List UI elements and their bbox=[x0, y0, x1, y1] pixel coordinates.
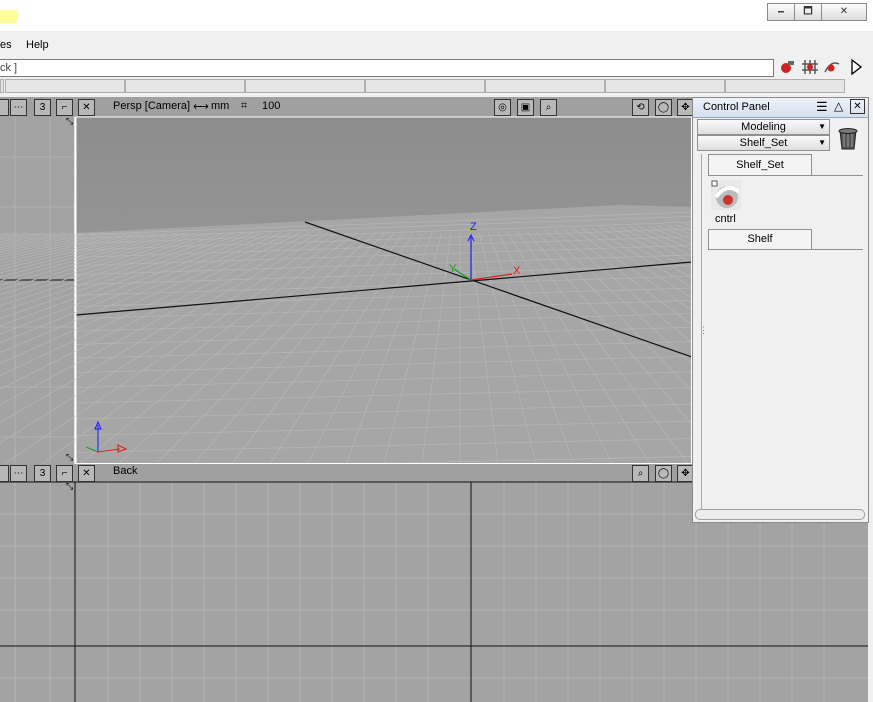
axis-label-x: X bbox=[513, 265, 521, 277]
maximize-viewport-icon[interactable]: ⤡ bbox=[66, 482, 73, 491]
shelf-tab-slot[interactable] bbox=[0, 79, 4, 93]
shelf-tab-slot[interactable] bbox=[365, 79, 485, 93]
axis-label-y: Y bbox=[449, 263, 457, 275]
camera-move-icon[interactable]: ▣ bbox=[517, 99, 534, 116]
viewport-button[interactable] bbox=[0, 99, 9, 116]
grid-size-value: 100 bbox=[262, 100, 281, 112]
dropdown-arrow-icon: ▼ bbox=[818, 138, 826, 147]
panel-menu-icon[interactable]: ☰ bbox=[816, 99, 828, 115]
pan-icon[interactable]: ✥ bbox=[677, 99, 692, 116]
viewport-corner-icon[interactable]: ⌐ bbox=[56, 465, 73, 482]
viewport-close-icon[interactable]: ✕ bbox=[78, 465, 95, 482]
module-dropdown[interactable]: Modeling ▼ bbox=[697, 119, 830, 135]
camera-icon[interactable]: ◎ bbox=[494, 99, 511, 116]
tab-underline bbox=[811, 249, 863, 250]
shelf-button[interactable]: Shelf bbox=[708, 229, 812, 250]
dolly-icon[interactable]: ◯ bbox=[655, 99, 672, 116]
menu-bar bbox=[0, 31, 873, 57]
play-arrow-icon[interactable] bbox=[847, 58, 865, 76]
shelf-tab-strip bbox=[0, 79, 873, 93]
panel-close-icon[interactable]: ✕ bbox=[850, 99, 865, 114]
perspective-viewport[interactable]: Z X Y ⋯ 3 ⌐ ✕ Persp [Camera] ⟷ mm ⌗ 100 … bbox=[0, 97, 692, 464]
shelf-tab-slot[interactable] bbox=[725, 79, 845, 93]
trash-icon[interactable] bbox=[836, 126, 860, 150]
shelf-item-cntrl-icon[interactable] bbox=[711, 180, 741, 210]
command-input[interactable]: ck ] bbox=[0, 59, 774, 77]
title-bar: 🗕 🗖 ✕ bbox=[0, 0, 873, 32]
tab-shelf-set[interactable]: Shelf_Set bbox=[708, 154, 812, 176]
resize-grip-icon[interactable]: ⋮ bbox=[699, 325, 708, 336]
shelf-tab-slot[interactable] bbox=[485, 79, 605, 93]
shelf-tab-slot[interactable] bbox=[125, 79, 245, 93]
viewport-number-button[interactable]: 3 bbox=[34, 465, 51, 482]
dropdown-arrow-icon: ▼ bbox=[818, 122, 826, 131]
magnet-icon[interactable] bbox=[779, 58, 797, 76]
camera-label[interactable]: Persp [Camera] bbox=[113, 100, 190, 112]
viewport-layout-icon[interactable]: ⋯ bbox=[10, 465, 27, 482]
shelf-tab-slot[interactable] bbox=[5, 79, 125, 93]
unit-label: mm bbox=[211, 100, 230, 112]
menu-item-help[interactable]: Help bbox=[26, 39, 49, 51]
viewport-corner-icon[interactable]: ⌐ bbox=[56, 99, 73, 116]
maximize-viewport-icon[interactable]: ⤡ bbox=[66, 453, 73, 462]
horizontal-scrollbar[interactable] bbox=[695, 509, 865, 520]
viewport-button[interactable] bbox=[0, 465, 9, 482]
shelf-tab-slot[interactable] bbox=[245, 79, 365, 93]
perspective-grid: Z X Y bbox=[0, 97, 692, 464]
control-panel-titlebar[interactable]: Control Panel ☰ △ ✕ bbox=[693, 98, 868, 118]
module-dropdown-value: Modeling bbox=[741, 121, 786, 133]
zoom-icon[interactable]: ⌕ bbox=[632, 465, 649, 482]
close-button[interactable]: ✕ bbox=[821, 3, 867, 21]
zoom-icon[interactable]: ⌕ bbox=[540, 99, 557, 116]
viewport-close-icon[interactable]: ✕ bbox=[78, 99, 95, 116]
axis-label-z: Z bbox=[470, 221, 477, 233]
shelf-item-label[interactable]: cntrl bbox=[715, 213, 736, 225]
curve-snap-icon[interactable] bbox=[823, 58, 841, 76]
shelfset-dropdown[interactable]: Shelf_Set ▼ bbox=[697, 135, 830, 151]
grid-snap-icon[interactable] bbox=[801, 58, 819, 76]
app-icon bbox=[0, 10, 17, 23]
maximize-button[interactable]: 🗖 bbox=[794, 3, 822, 21]
viewport-layout-icon[interactable]: ⋯ bbox=[10, 99, 27, 116]
maximize-viewport-icon[interactable]: ⤡ bbox=[66, 117, 73, 126]
unit-arrow-icon: ⟷ bbox=[193, 101, 209, 113]
camera-label[interactable]: Back bbox=[113, 465, 137, 477]
minimize-button[interactable]: 🗕 bbox=[767, 3, 795, 21]
control-panel: Control Panel ☰ △ ✕ Modeling ▼ Shelf_Set… bbox=[692, 97, 869, 523]
grid-size-icon: ⌗ bbox=[241, 100, 248, 112]
shelf-tab-slot[interactable] bbox=[605, 79, 725, 93]
tumble-icon[interactable]: ⟲ bbox=[632, 99, 649, 116]
shelfset-dropdown-value: Shelf_Set bbox=[739, 137, 788, 149]
tab-underline bbox=[811, 175, 863, 176]
panel-collapse-icon[interactable]: △ bbox=[834, 99, 843, 113]
menu-item-windows[interactable]: es bbox=[0, 39, 12, 51]
dolly-icon[interactable]: ◯ bbox=[655, 465, 672, 482]
control-panel-title: Control Panel bbox=[703, 101, 770, 113]
viewport-toolbar: ⋯ 3 ⌐ ✕ Persp [Camera] ⟷ mm ⌗ 100 ◎ ▣ ⌕ … bbox=[0, 97, 692, 116]
viewport-number-button[interactable]: 3 bbox=[34, 99, 51, 116]
